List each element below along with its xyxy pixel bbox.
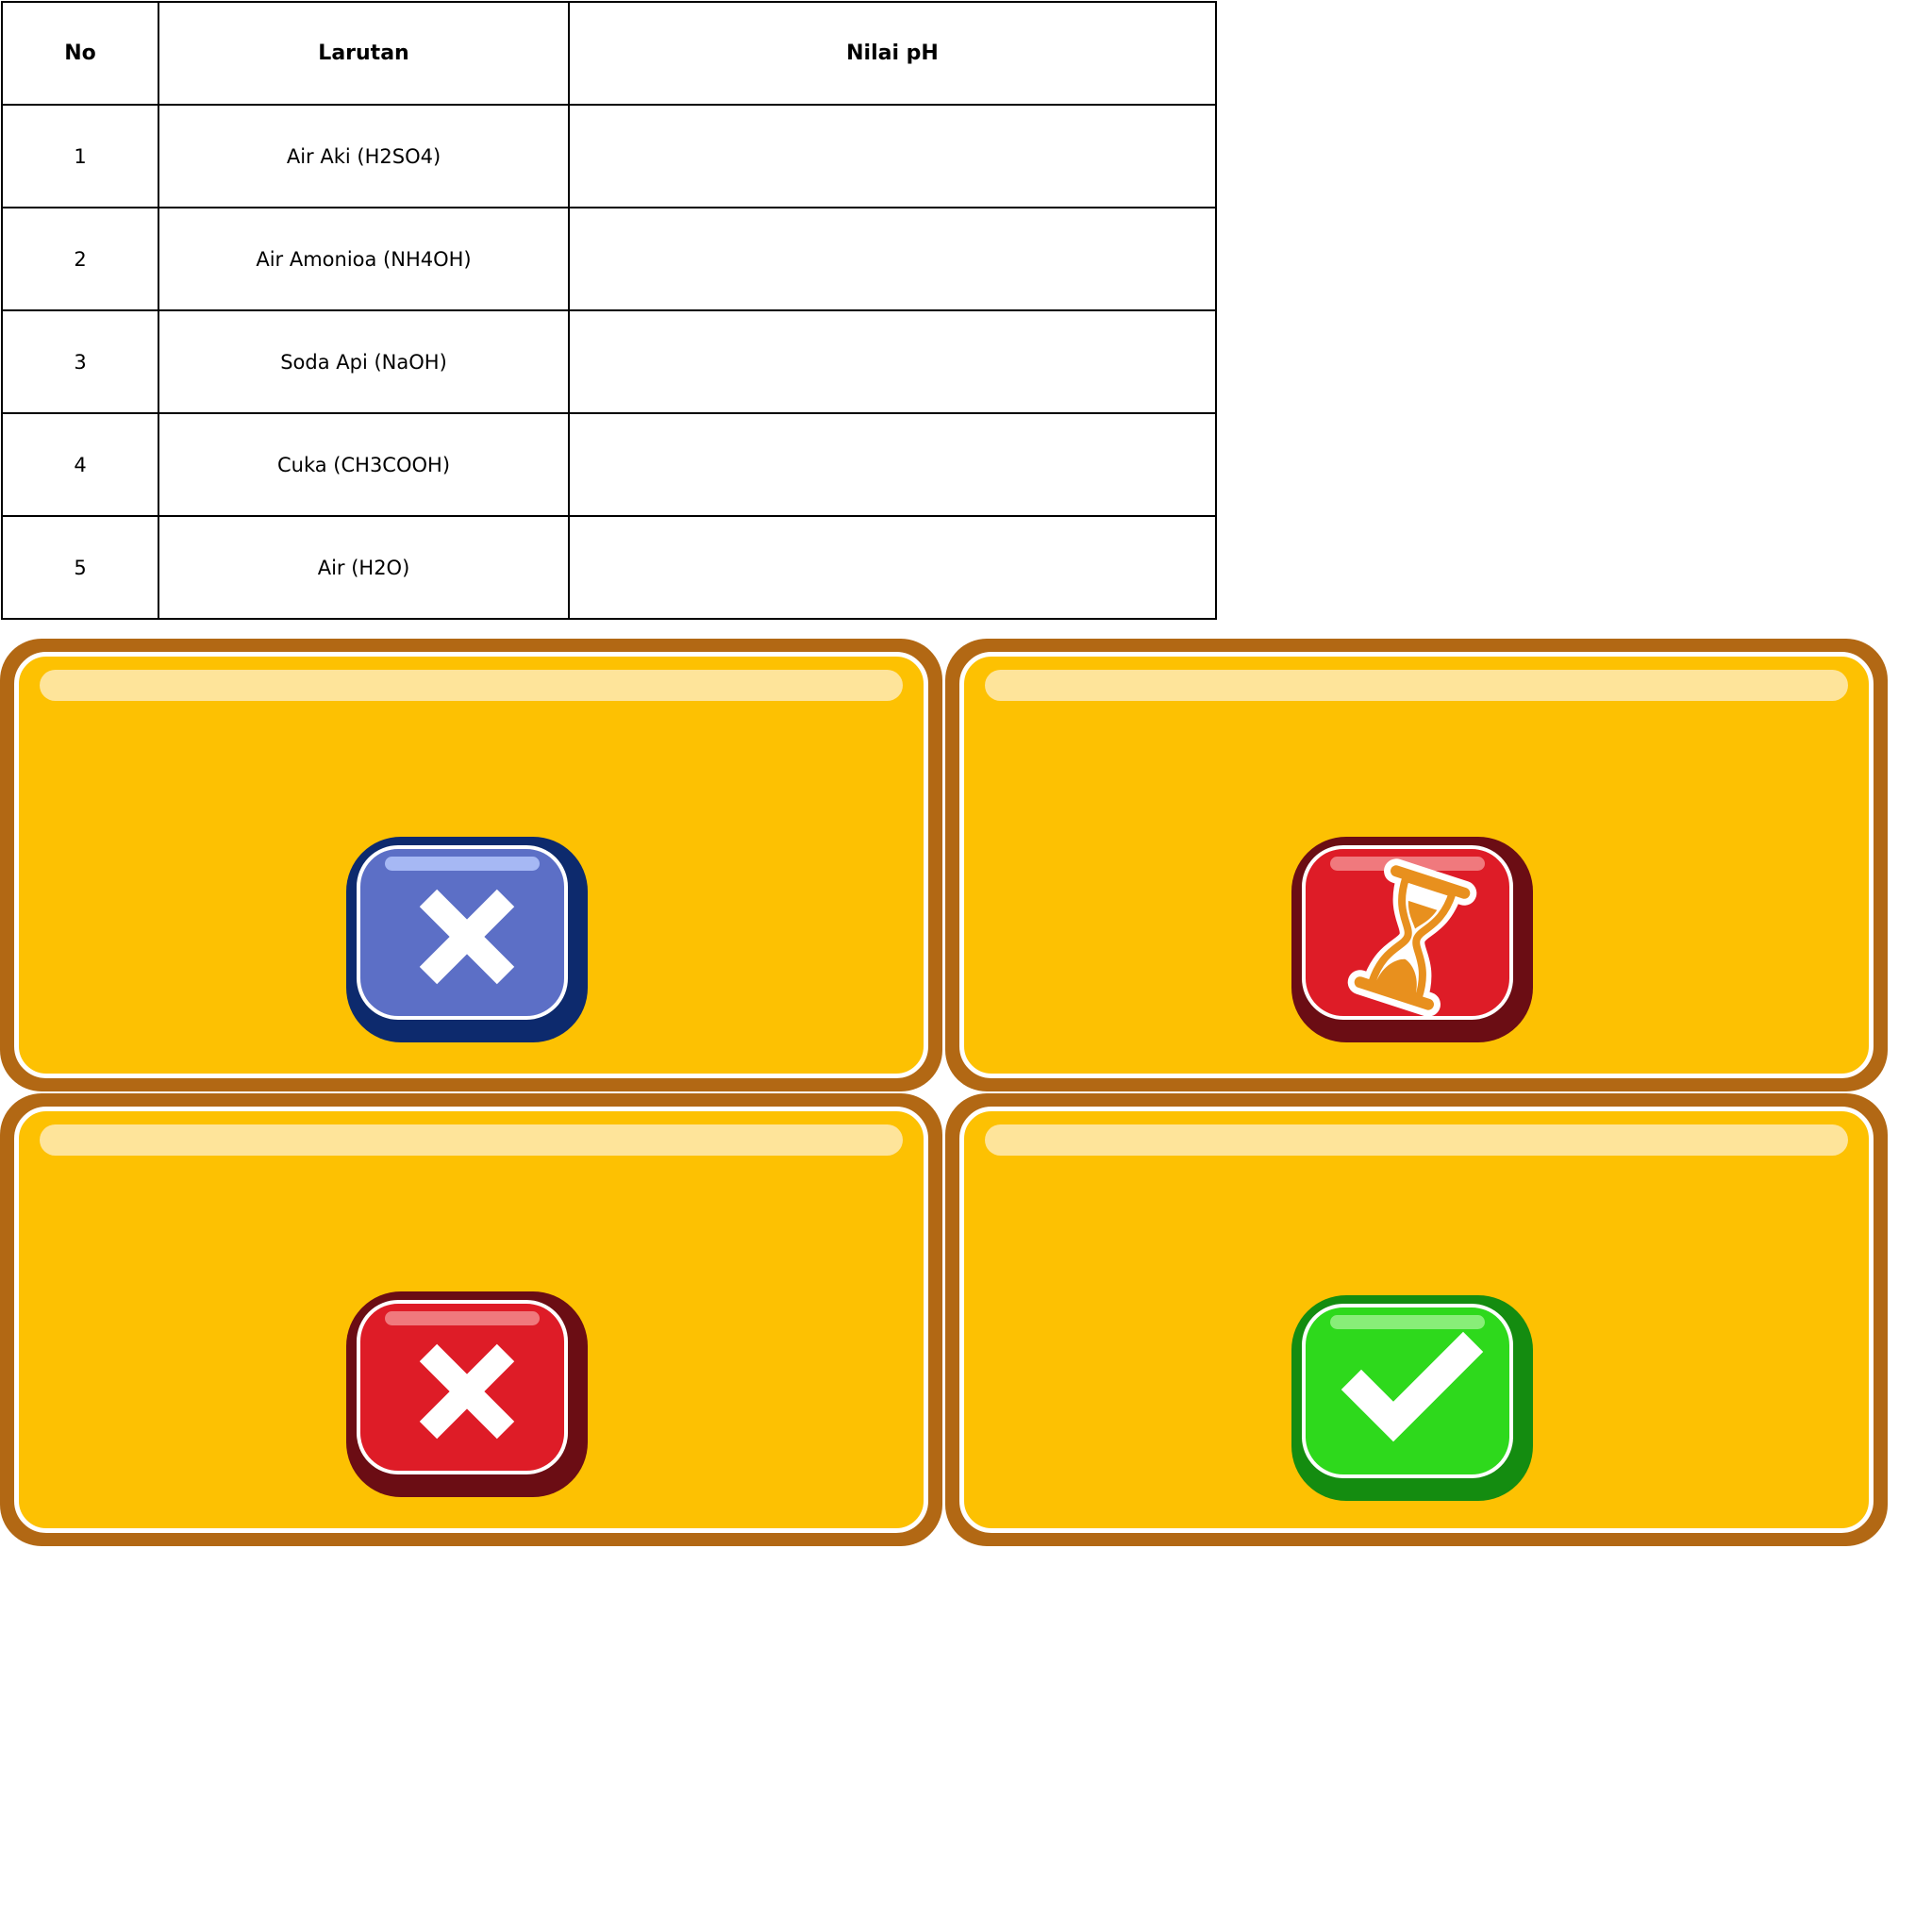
cell-no: 3	[1, 309, 159, 414]
answer-card-4[interactable]	[945, 1093, 1888, 1546]
check-button-green[interactable]	[1291, 1295, 1533, 1501]
cell-no: 1	[1, 104, 159, 208]
table-row: 2 Air Amonioa (NH4OH)	[1, 207, 1217, 311]
card-shine	[40, 670, 903, 701]
cell-nilai-ph[interactable]	[568, 515, 1217, 620]
cell-larutan: Air Amonioa (NH4OH)	[158, 207, 570, 311]
cell-nilai-ph[interactable]	[568, 104, 1217, 208]
table-header-row: No Larutan Nilai pH	[1, 1, 1217, 106]
answer-card-3[interactable]	[0, 1093, 942, 1546]
cell-larutan: Air Aki (H2SO4)	[158, 104, 570, 208]
close-button-blue[interactable]	[346, 837, 588, 1042]
table-row: 1 Air Aki (H2SO4)	[1, 104, 1217, 208]
cell-nilai-ph[interactable]	[568, 309, 1217, 414]
close-icon	[419, 889, 515, 985]
close-icon	[419, 1343, 515, 1440]
header-nilai-ph: Nilai pH	[568, 1, 1217, 106]
table-row: 4 Cuka (CH3COOH)	[1, 412, 1217, 517]
card-shine	[40, 1124, 903, 1156]
card-shine	[985, 1124, 1848, 1156]
cell-larutan: Cuka (CH3COOH)	[158, 412, 570, 517]
table-row: 5 Air (H2O)	[1, 515, 1217, 620]
cell-no: 4	[1, 412, 159, 517]
answer-card-2[interactable]	[945, 639, 1888, 1091]
cell-larutan: Soda Api (NaOH)	[158, 309, 570, 414]
cell-no: 2	[1, 207, 159, 311]
cell-nilai-ph[interactable]	[568, 412, 1217, 517]
hourglass-button-red[interactable]	[1291, 837, 1533, 1042]
header-no: No	[1, 1, 159, 106]
card-shine	[985, 670, 1848, 701]
cell-nilai-ph[interactable]	[568, 207, 1217, 311]
table-row: 3 Soda Api (NaOH)	[1, 309, 1217, 414]
cell-larutan: Air (H2O)	[158, 515, 570, 620]
hourglass-icon	[1347, 858, 1477, 1017]
answer-card-1[interactable]	[0, 639, 942, 1091]
header-larutan: Larutan	[158, 1, 570, 106]
ph-table: No Larutan Nilai pH 1 Air Aki (H2SO4) 2 …	[1, 1, 1217, 620]
cell-no: 5	[1, 515, 159, 620]
check-icon	[1341, 1331, 1484, 1442]
close-button-red[interactable]	[346, 1291, 588, 1497]
